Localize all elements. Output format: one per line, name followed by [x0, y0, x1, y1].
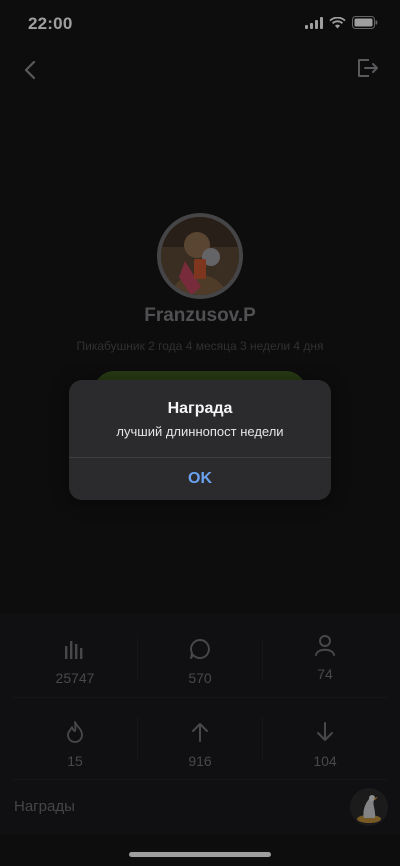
alert-title: Награда — [167, 400, 233, 417]
ok-button[interactable]: OK — [69, 458, 331, 500]
award-alert: Награда лучший длиннопост недели OK — [69, 380, 331, 500]
alert-message: лучший длиннопост недели — [116, 424, 284, 439]
